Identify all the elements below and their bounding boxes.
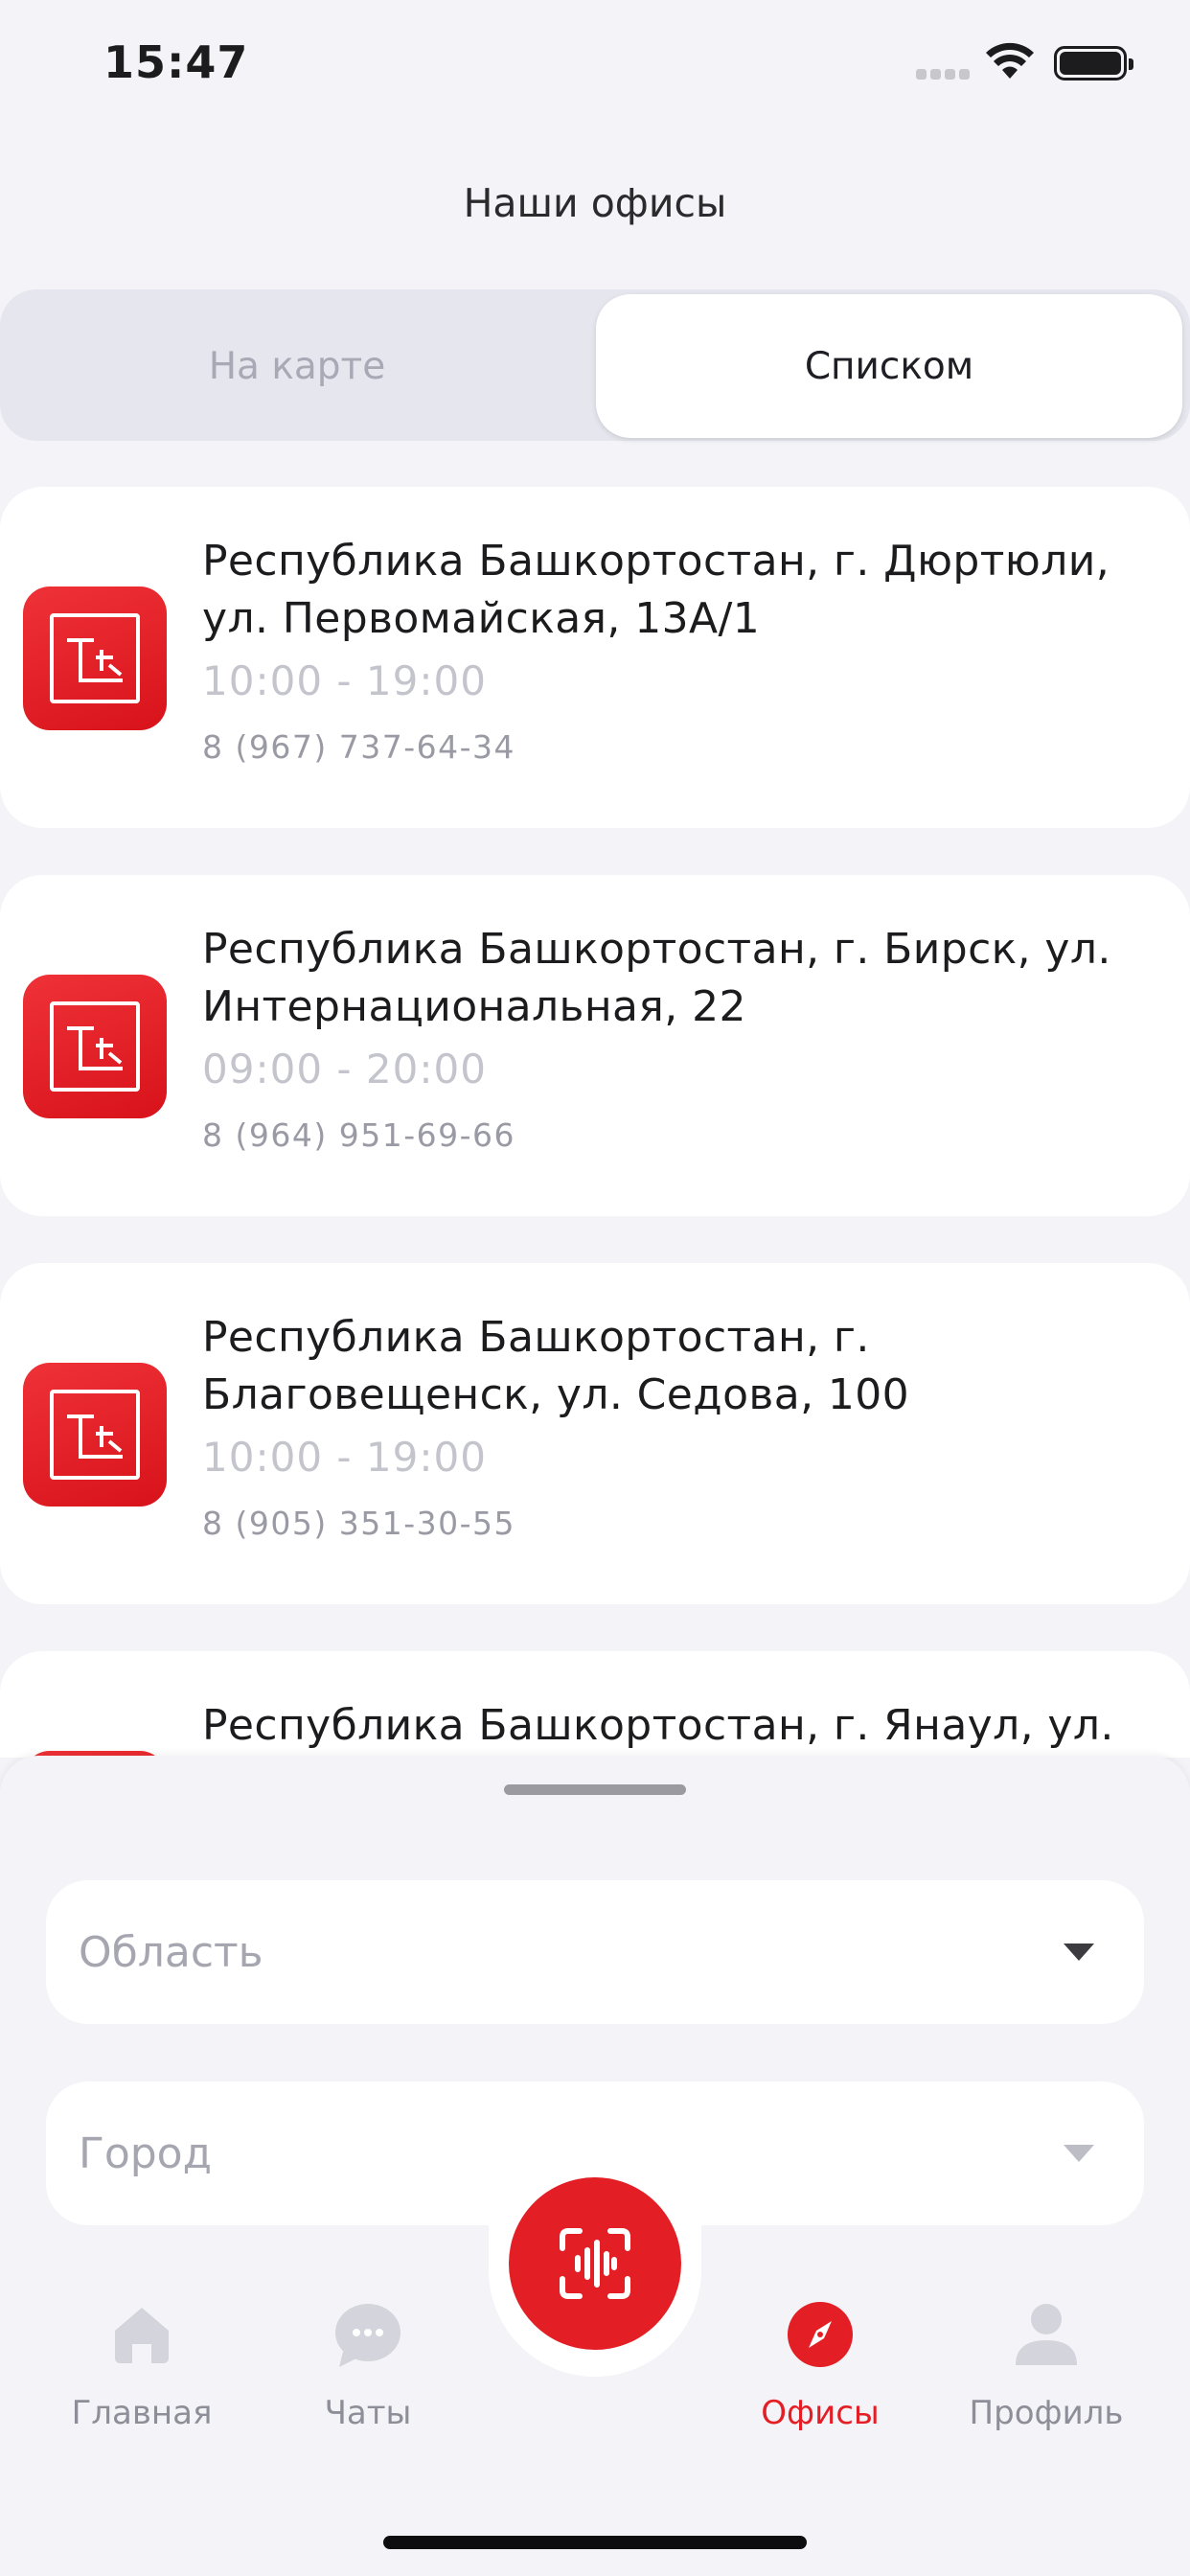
cellular-signal-icon [916, 69, 972, 80]
office-card[interactable]: Республика Башкортостан, г. Янаул, ул. [0, 1651, 1190, 1758]
office-hours: 10:00 - 19:00 [202, 1434, 487, 1481]
office-hours: 10:00 - 19:00 [202, 657, 487, 704]
office-card[interactable]: Республика Башкортостан, г. Бирск, ул. И… [0, 875, 1190, 1216]
tab-label: Чаты [324, 2394, 412, 2432]
page-title: Наши офисы [463, 180, 727, 226]
city-placeholder: Город [79, 2129, 213, 2178]
status-time: 15:47 [103, 36, 249, 88]
home-icon [115, 2308, 169, 2363]
battery-icon [1054, 46, 1133, 80]
sheet-handle[interactable] [504, 1784, 686, 1795]
office-hours: 09:00 - 20:00 [202, 1046, 487, 1092]
compass-icon [788, 2302, 853, 2367]
office-logo [23, 1363, 167, 1506]
wifi-icon [986, 42, 1034, 79]
tab-label: Главная [71, 2394, 213, 2432]
view-toggle: На карте Списком [0, 289, 1190, 441]
office-card[interactable]: Республика Башкортостан, г. Дюртюли, ул.… [0, 487, 1190, 828]
office-address: Республика Башкортостан, г. Благовещенск… [202, 1313, 910, 1419]
region-placeholder: Область [79, 1928, 263, 1977]
tab-list-view[interactable]: Списком [596, 294, 1182, 438]
offices-screen: 15:47 Наши офисы На карте Списком Респуб… [0, 0, 1190, 2576]
chevron-down-icon [1064, 2145, 1094, 2162]
chevron-down-icon [1064, 1944, 1094, 1961]
office-phone[interactable]: 8 (905) 351-30-55 [202, 1505, 515, 1542]
office-list[interactable]: Республика Башкортостан, г. Дюртюли, ул.… [0, 487, 1190, 1758]
tab-map-view[interactable]: На карте [0, 294, 594, 438]
office-logo [23, 975, 167, 1118]
chat-icon [335, 2304, 400, 2367]
office-phone[interactable]: 8 (967) 737-64-34 [202, 728, 515, 766]
tab-bar: Главная Чаты Офисы Профиль [0, 2288, 1190, 2576]
profile-icon [1016, 2304, 1077, 2365]
region-select[interactable]: Область [46, 1880, 1144, 2024]
office-address: Республика Башкортостан, г. Бирск, ул. И… [202, 925, 1111, 1031]
tab-label: Офисы [761, 2394, 880, 2432]
office-address: Республика Башкортостан, г. Дюртюли, ул.… [202, 537, 1110, 643]
office-card[interactable]: Республика Башкортостан, г. Благовещенск… [0, 1263, 1190, 1604]
home-indicator [383, 2536, 807, 2549]
tab-label: Профиль [969, 2394, 1124, 2432]
office-phone[interactable]: 8 (964) 951-69-66 [202, 1116, 515, 1154]
office-address: Республика Башкортостан, г. Янаул, ул. [202, 1701, 1114, 1750]
office-logo [23, 586, 167, 730]
